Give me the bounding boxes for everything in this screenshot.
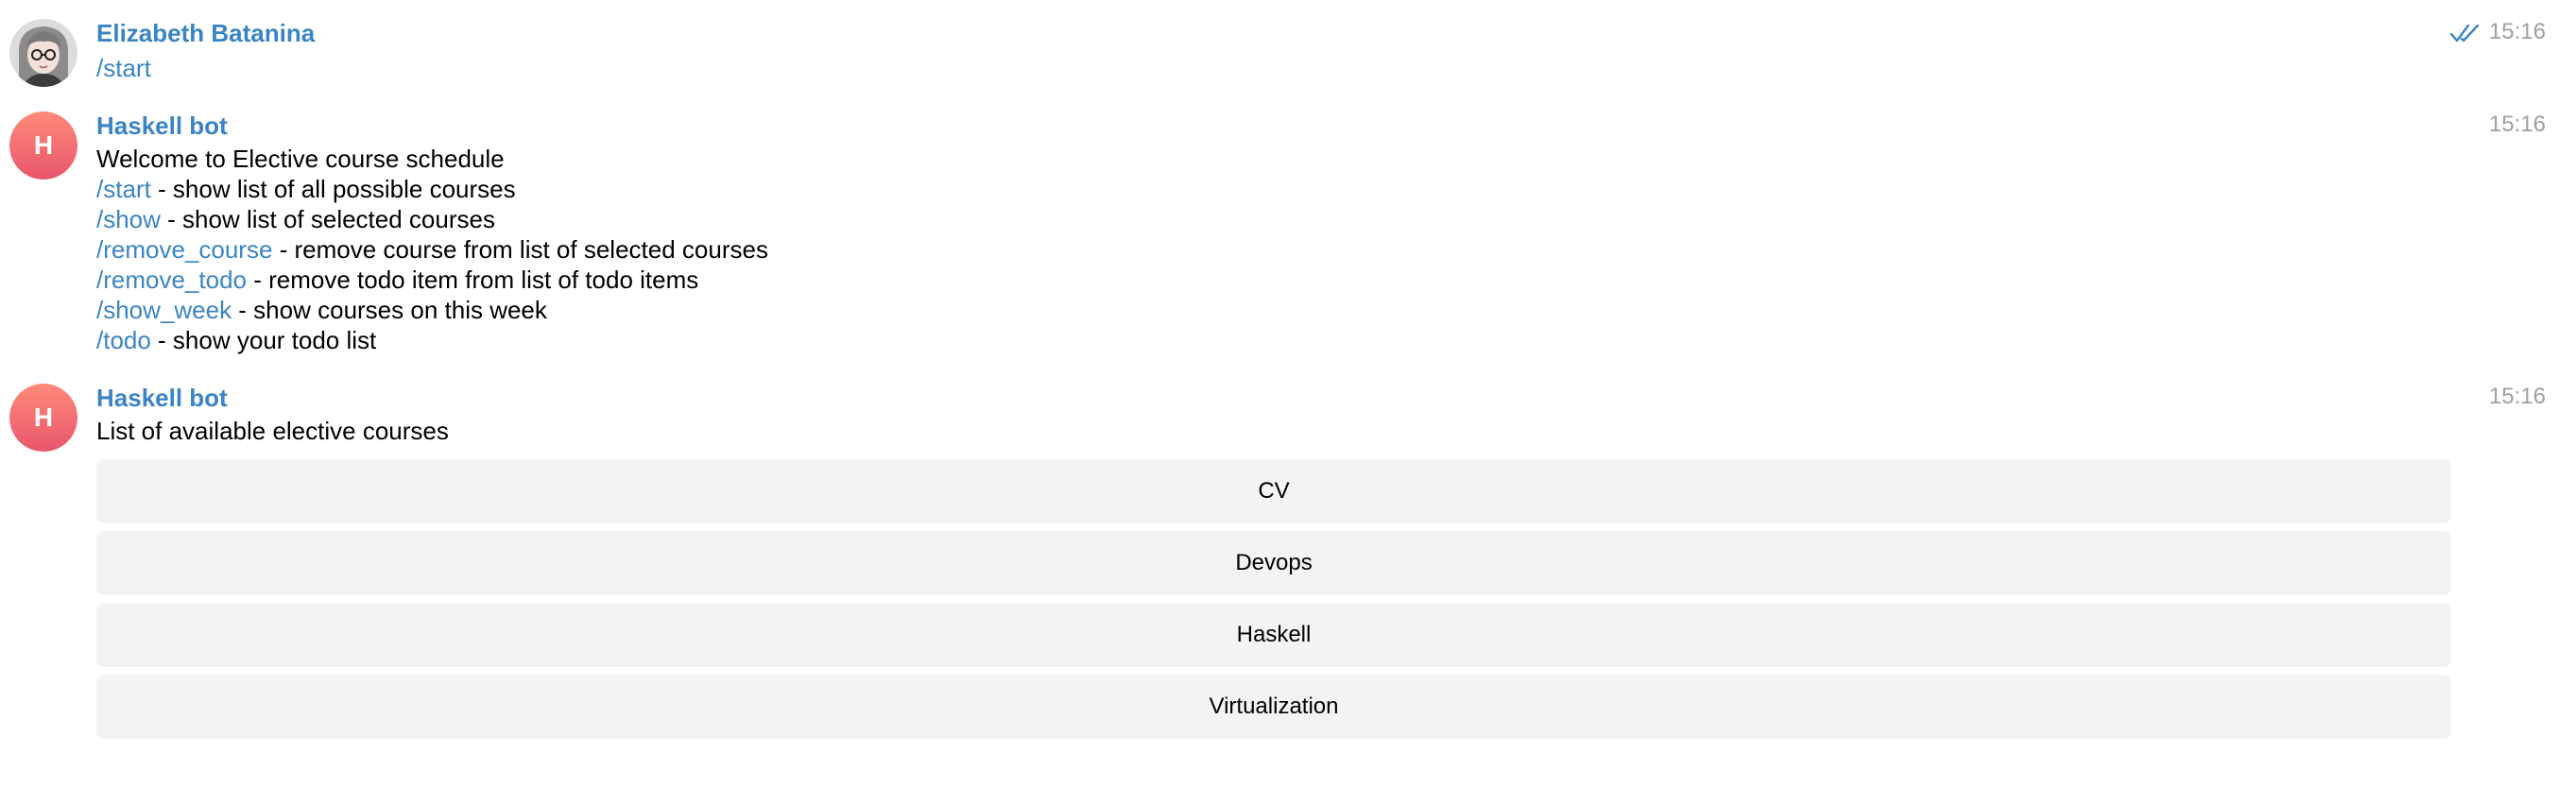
message-time: 15:16: [2488, 384, 2546, 409]
bot-avatar[interactable]: H: [9, 384, 77, 452]
message-text: List of available elective courses: [96, 417, 449, 445]
sender-name[interactable]: Haskell bot: [96, 111, 228, 141]
command-link-start[interactable]: /start: [96, 175, 151, 203]
command-link-todo[interactable]: /todo: [96, 326, 151, 354]
user-avatar-image: [9, 19, 77, 87]
command-link-show[interactable]: /show: [96, 205, 161, 233]
sender-name[interactable]: Haskell bot: [96, 384, 228, 413]
keyboard-button-virtualization[interactable]: Virtualization: [96, 675, 2451, 739]
keyboard-button-devops[interactable]: Devops: [96, 531, 2451, 595]
command-link-start[interactable]: /start: [96, 53, 151, 83]
message-bot-welcome: H Haskell bot 15:16 Welcome to Elective …: [0, 94, 2576, 368]
command-description: - show list of all possible courses: [150, 175, 516, 203]
command-description: - show list of selected courses: [160, 205, 495, 233]
user-avatar[interactable]: [9, 19, 77, 87]
command-link-remove-course[interactable]: /remove_course: [96, 235, 272, 264]
command-line: /remove_todo - remove todo item from lis…: [96, 265, 698, 295]
keyboard-button-cv[interactable]: CV: [96, 459, 2451, 523]
welcome-text: Welcome to Elective course schedule: [96, 145, 505, 173]
bot-avatar[interactable]: H: [9, 111, 77, 180]
command-line: /show_week - show courses on this week: [96, 295, 547, 325]
sender-name[interactable]: Elizabeth Batanina: [96, 19, 315, 48]
command-line: /remove_course - remove course from list…: [96, 234, 768, 265]
command-line: /todo - show your todo list: [96, 325, 376, 355]
command-link-remove-todo[interactable]: /remove_todo: [96, 266, 247, 294]
command-link-show-week[interactable]: /show_week: [96, 296, 232, 324]
command-description: - remove todo item from list of todo ite…: [246, 266, 699, 294]
keyboard-button-haskell[interactable]: Haskell: [96, 603, 2451, 667]
command-line: /start - show list of all possible cours…: [96, 174, 516, 204]
message-time: 15:16: [2488, 111, 2546, 137]
message-time: 15:16: [2488, 19, 2546, 44]
double-check-icon: [2449, 24, 2480, 43]
command-description: - show courses on this week: [232, 296, 547, 324]
message-bot-courses: H Haskell bot 15:16 List of available el…: [0, 368, 2576, 765]
command-description: - remove course from list of selected co…: [272, 235, 768, 264]
command-line: /show - show list of selected courses: [96, 204, 495, 234]
command-description: - show your todo list: [150, 326, 377, 354]
message-user-start: Elizabeth Batanina /start 15:16: [0, 0, 2576, 94]
